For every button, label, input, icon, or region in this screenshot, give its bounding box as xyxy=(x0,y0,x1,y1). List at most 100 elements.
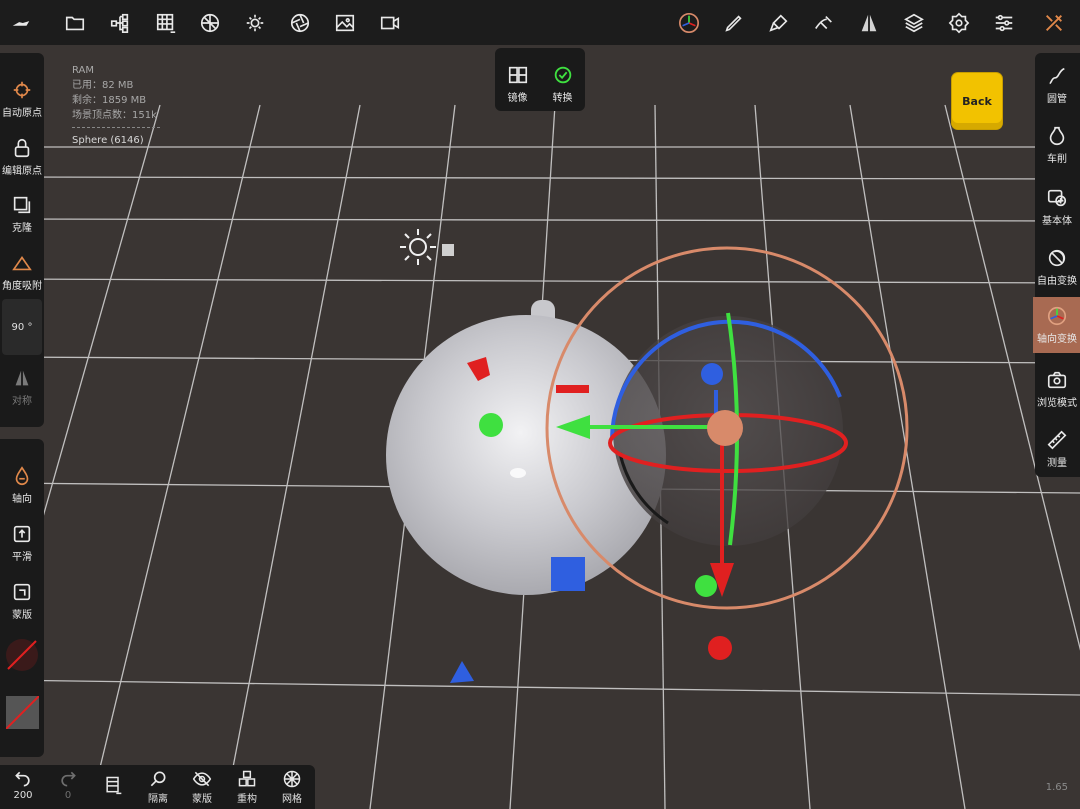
left-panel-transform: 自动原点 编辑原点 克隆 角度吸附 90 ° 对称 xyxy=(0,53,44,427)
settings-icon[interactable] xyxy=(943,7,975,39)
color-swatch-round[interactable] xyxy=(6,639,38,671)
viewport-3d[interactable] xyxy=(0,45,1080,809)
back-view-cube[interactable]: Back xyxy=(952,73,1002,129)
angle-snap-button[interactable]: 角度吸附 xyxy=(0,252,46,292)
mirror-panel: 镜像 转换 xyxy=(495,48,585,111)
measure-button[interactable]: 测量 xyxy=(1033,429,1080,469)
video-icon[interactable] xyxy=(374,7,406,39)
vase-icon xyxy=(1049,126,1065,146)
auto-origin-button[interactable]: 自动原点 xyxy=(0,79,46,119)
undo-icon xyxy=(15,771,30,787)
grid-icon[interactable] xyxy=(150,7,182,39)
camera-small-icon xyxy=(1047,371,1067,389)
left-panel-brush: 轴向 平滑 蒙版 xyxy=(0,439,44,757)
gizmo-icon[interactable] xyxy=(673,7,705,39)
redo-button[interactable]: 0 xyxy=(48,769,88,801)
mask-view-label: 蒙版 xyxy=(192,794,212,805)
primitive-label: 基本体 xyxy=(1042,216,1072,227)
angle-value[interactable]: 90 ° xyxy=(2,299,42,355)
info-divider xyxy=(72,127,160,128)
material-icon[interactable] xyxy=(194,7,226,39)
smooth-button[interactable]: 平滑 xyxy=(0,523,46,563)
scene-tree-icon[interactable] xyxy=(104,7,136,39)
wireframe-label: 网格 xyxy=(282,794,302,805)
free-transform-icon xyxy=(1048,249,1066,267)
symmetry-small-icon xyxy=(15,370,29,386)
symmetry-icon[interactable] xyxy=(853,7,885,39)
brush-icon[interactable] xyxy=(718,7,750,39)
redo-icon xyxy=(61,771,76,787)
selected-object: Sphere (6146) xyxy=(72,135,144,146)
view-mode-button[interactable]: 浏览模式 xyxy=(1033,369,1080,409)
edit-origin-button[interactable]: 编辑原点 xyxy=(0,137,46,177)
angle-icon xyxy=(12,256,32,271)
paint-icon[interactable] xyxy=(763,7,795,39)
convert-button[interactable]: 转换 xyxy=(540,64,585,104)
undo-button[interactable]: 200 xyxy=(3,769,43,801)
image-icon[interactable] xyxy=(329,7,361,39)
redo-count: 0 xyxy=(64,790,72,801)
color-swatch-square[interactable] xyxy=(5,695,40,730)
vertex-count: 场景顶点数：151k xyxy=(72,110,157,121)
measure-label: 测量 xyxy=(1047,458,1067,469)
smooth-icon xyxy=(13,525,31,543)
axis-transform-label: 轴向变换 xyxy=(1037,334,1077,345)
free-transform-button[interactable]: 自由变换 xyxy=(1033,247,1080,287)
bottom-toolbar: 200 0 隔离 蒙版 重构 网格 xyxy=(0,765,315,809)
camera-icon[interactable] xyxy=(284,7,316,39)
mirror-button[interactable]: 镜像 xyxy=(495,64,540,104)
axis-button[interactable]: 轴向 xyxy=(0,465,46,505)
ruler-icon xyxy=(1047,430,1067,450)
eye-off-icon xyxy=(192,771,212,787)
magnifier-icon xyxy=(150,771,166,787)
tube-label: 圆管 xyxy=(1047,94,1067,105)
sliders-icon[interactable] xyxy=(988,7,1020,39)
check-icon xyxy=(554,66,571,84)
axis-label: 轴向 xyxy=(12,494,32,505)
layers-icon[interactable] xyxy=(898,7,930,39)
add-shape-icon xyxy=(1047,189,1067,207)
isolate-button[interactable]: 隔离 xyxy=(138,769,178,805)
isolate-label: 隔离 xyxy=(148,794,168,805)
light-icon[interactable] xyxy=(239,7,271,39)
top-toolbar xyxy=(0,0,1080,45)
axis-gizmo-icon xyxy=(1047,306,1067,326)
lock-icon xyxy=(14,138,30,158)
wireframe-button[interactable]: 网格 xyxy=(272,769,312,805)
logo-icon[interactable] xyxy=(5,7,37,39)
mirror-icon xyxy=(508,66,527,84)
folder-icon[interactable] xyxy=(59,7,91,39)
axis-transform-button[interactable]: 轴向变换 xyxy=(1033,297,1080,353)
convert-label: 转换 xyxy=(552,93,573,104)
clone-button[interactable]: 克隆 xyxy=(0,194,46,234)
mask-button[interactable]: 蒙版 xyxy=(0,581,46,621)
mirror-label: 镜像 xyxy=(507,93,528,104)
edit-origin-label: 编辑原点 xyxy=(2,166,42,177)
crosshair-icon xyxy=(13,81,31,99)
layers-list-button[interactable] xyxy=(93,775,133,796)
ram-used: 已用：82 MB xyxy=(72,80,134,91)
symmetry-button[interactable]: 对称 xyxy=(0,367,46,407)
lathe-label: 车削 xyxy=(1047,154,1067,165)
tube-button[interactable]: 圆管 xyxy=(1033,65,1080,105)
scene-info: RAM 已用：82 MB 剩余：1859 MB 场景顶点数：151k Spher… xyxy=(72,63,160,148)
remesh-label: 重构 xyxy=(237,794,257,805)
book-icon xyxy=(106,776,122,795)
ram-label: RAM xyxy=(72,65,95,76)
lathe-button[interactable]: 车削 xyxy=(1033,125,1080,165)
free-transform-label: 自由变换 xyxy=(1037,276,1077,287)
primitive-button[interactable]: 基本体 xyxy=(1033,187,1080,227)
remesh-button[interactable]: 重构 xyxy=(227,769,267,805)
mask-icon xyxy=(13,583,31,601)
mask-label: 蒙版 xyxy=(12,610,32,621)
sculpt-icon[interactable] xyxy=(808,7,840,39)
clone-label: 克隆 xyxy=(12,223,32,234)
tube-icon xyxy=(1049,67,1065,85)
ram-free: 剩余：1859 MB xyxy=(72,95,147,106)
auto-origin-label: 自动原点 xyxy=(2,108,42,119)
mask-view-button[interactable]: 蒙版 xyxy=(182,769,222,805)
angle-snap-label: 角度吸附 xyxy=(2,281,42,292)
cubes-icon xyxy=(238,770,256,787)
drop-icon xyxy=(15,466,29,485)
tools-icon[interactable] xyxy=(1038,7,1070,39)
